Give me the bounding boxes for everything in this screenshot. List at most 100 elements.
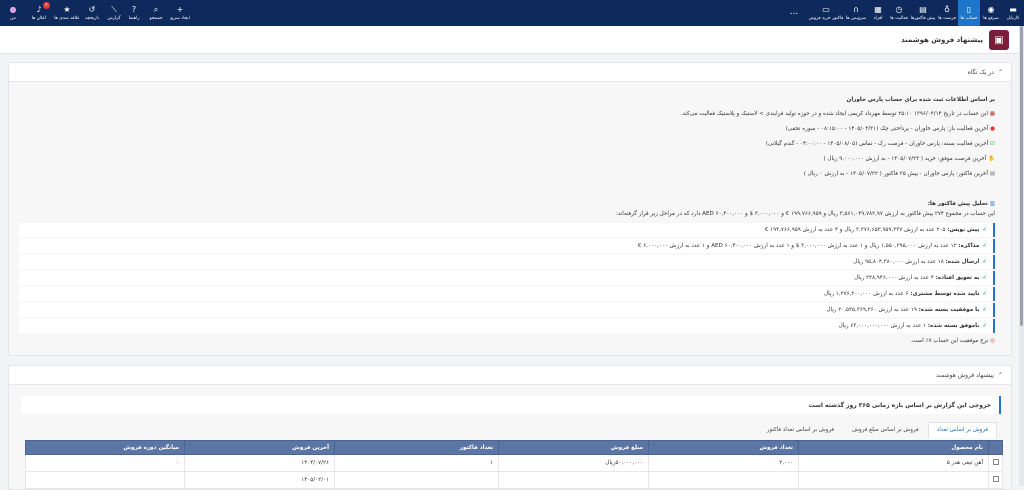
dashboard-icon: ▬ bbox=[1009, 5, 1017, 14]
analysis-title: ▥ تحلیل پیش فاکتور ها: bbox=[927, 201, 995, 207]
nav-profile[interactable]: ● من bbox=[2, 0, 24, 26]
green-check-icon: ☑ bbox=[988, 141, 995, 147]
chart-icon: ⟋ bbox=[111, 5, 117, 14]
stage-negotiation: ✓ مذاکره: ۱۲ عدد به ارزش ۱,۵۵۰,۲۹۵,۰۰۰ ری… bbox=[19, 239, 995, 253]
document-icon: ▭ bbox=[822, 5, 830, 14]
page-title: پیشنهاد فروش هوشمند bbox=[901, 36, 983, 44]
mobile-icon: ▯ bbox=[966, 5, 972, 14]
notification-badge: ۲ bbox=[43, 2, 50, 9]
chevron-up-icon: ⌃ bbox=[997, 68, 1003, 76]
last-closed-activity: ☑ آخرین فعالیت بسته: پارس خاوران - فرصت … bbox=[765, 141, 995, 147]
sales-tabs: فروش بر اساس تعداد فروش بر اساس مبلغ فرو… bbox=[758, 422, 997, 438]
nav-proforma[interactable]: ▤ پیش فاکتورها bbox=[910, 0, 936, 26]
col-last-sale[interactable]: آخرین فروش bbox=[184, 440, 335, 455]
check-icon: ✓ bbox=[982, 275, 987, 281]
tab-by-invoice-count[interactable]: فروش بر اساس تعداد فاکتور bbox=[758, 422, 843, 438]
check-icon: ✓ bbox=[982, 307, 987, 313]
sales-table: نام محصول تعداد فروش مبلغ فروش تعداد فاک… bbox=[25, 440, 1003, 489]
plus-icon: + bbox=[176, 5, 184, 14]
table-header-row: نام محصول تعداد فروش مبلغ فروش تعداد فاک… bbox=[25, 440, 1003, 455]
search-icon: ⌕ bbox=[153, 5, 159, 14]
top-navigation-bar: ▬ کارتابل ◉ سرفع ها ▯ حساب ها ♁ فرصت ها ▤ پیش… bbox=[0, 0, 1024, 26]
table-row[interactable]: آهن تیغی هدر ۵ ۲,۰۰۰ ۵۰,۰۰۰,۰۰۰ریال ۱ ۱۴… bbox=[25, 454, 1003, 472]
last-open-activity: ● آخرین فعالیت باز: پارس خاوران - پرداخت… bbox=[785, 126, 995, 132]
lightbulb-icon: ♁ bbox=[944, 5, 950, 14]
scrollbar-thumb[interactable] bbox=[1020, 26, 1023, 326]
stage-draft: ✓ پیش نویس: ۲۰۵ عدد به ارزش ۳,۳۷۶,۶۵۳,۹۵۹… bbox=[19, 223, 995, 237]
chart-icon: ▥ bbox=[987, 201, 995, 207]
nav-more-button[interactable]: ... bbox=[786, 0, 802, 26]
check-icon: ✓ bbox=[982, 259, 987, 265]
last-successful-deal: ✋ آخرین فرصت موفق: خرید ( ۱۴۰۵/۰۷/۲۳ - ب… bbox=[823, 156, 995, 162]
success-rate: ◎ نرخ موفقیت این حساب ۷٪ است. bbox=[910, 338, 995, 344]
check-icon: ✓ bbox=[982, 291, 987, 297]
check-icon: ✓ bbox=[982, 323, 987, 329]
headset-icon: ∩ bbox=[853, 5, 859, 14]
users-icon: ▦ bbox=[874, 5, 882, 14]
glance-intro: بر اساس اطلاعات ثبت شده برای حساب پارس خ… bbox=[846, 97, 995, 103]
col-product-name[interactable]: نام محصول bbox=[798, 440, 989, 455]
chevron-up-icon: ⌃ bbox=[997, 371, 1003, 379]
export-note: خروجی این گزارش بر اساس بازه زمانی ۳۶۵ ر… bbox=[21, 396, 1001, 414]
nav-reports[interactable]: ⟋ گزارش bbox=[104, 0, 124, 26]
clipboard-icon: ▣ bbox=[989, 30, 1009, 50]
cell-quantity: ۲,۰۰۰ bbox=[648, 454, 799, 472]
page-header: ▣ پیشنهاد فروش هوشمند bbox=[0, 26, 1019, 54]
smart-sales-panel-header[interactable]: ⌃ پیشنهاد فروش هوشمند bbox=[9, 366, 1011, 385]
col-quantity[interactable]: تعداد فروش bbox=[648, 440, 799, 455]
file-icon: ▤ bbox=[919, 5, 927, 14]
history-icon: ↺ bbox=[88, 5, 96, 14]
tab-by-amount[interactable]: فروش بر اساس مبلغ فروش bbox=[843, 422, 928, 438]
last-invoice: ▤ آخرین فاکتور: پارس خاوران - پیش ۲۵ فاک… bbox=[803, 171, 995, 177]
col-avg-period[interactable]: میانگین دوره فروش bbox=[25, 440, 185, 455]
calendar-icon: ▦ bbox=[987, 111, 995, 117]
red-circle-icon: ● bbox=[988, 126, 995, 132]
help-icon: ? bbox=[131, 5, 137, 14]
account-created-text: ▦ این حساب در تاریخ ۱۳۹۶/۰۴/۱۴ ۲۵:۱۰ توس… bbox=[680, 111, 995, 117]
nav-opportunities[interactable]: ♁ فرصت ها bbox=[936, 0, 958, 26]
stage-approved: ✓ تایید شده توسط مشتری: ۶ عدد به ارزش ۱,۲… bbox=[19, 287, 995, 301]
analysis-text: این حساب در مجموع ۲۷۴ پیش فاکتور به ارزش… bbox=[615, 211, 995, 217]
cell-product: آهن تیغی هدر ۵ bbox=[798, 454, 989, 472]
nav-favorites[interactable]: ★ علاقه مندی ها bbox=[54, 0, 80, 26]
col-amount[interactable]: مبلغ فروش bbox=[498, 440, 649, 455]
stage-postponed: ✓ به تعویق افتاده: ۴ عدد به ارزش ۲۲۸,۹۴۶,… bbox=[19, 271, 995, 285]
nav-activities[interactable]: ◷ فعالیت ها bbox=[888, 0, 910, 26]
clock-icon: ◷ bbox=[895, 5, 903, 14]
row-checkbox[interactable] bbox=[992, 476, 999, 482]
compass-icon: ◉ bbox=[987, 5, 995, 14]
glance-panel-header[interactable]: ⌃ در یک نگاه bbox=[9, 63, 1011, 82]
check-icon: ✓ bbox=[982, 227, 987, 233]
col-invoice-count[interactable]: تعداد فاکتور bbox=[334, 440, 499, 455]
glance-panel: ⌃ در یک نگاه بر اساس اطلاعات ثبت شده برا… bbox=[8, 62, 1012, 356]
smart-sales-panel: ⌃ پیشنهاد فروش هوشمند خروجی این گزارش بر… bbox=[8, 365, 1012, 490]
tab-by-quantity[interactable]: فروش بر اساس تعداد bbox=[927, 422, 997, 438]
bell-icon: ♪ bbox=[36, 5, 42, 14]
cell-invoices: ۱ bbox=[334, 454, 499, 472]
nav-dashboard[interactable]: ▬ کارتابل bbox=[1002, 0, 1024, 26]
select-column-header bbox=[988, 440, 1003, 455]
nav-search[interactable]: ⌕ جستجو bbox=[146, 0, 166, 26]
cell-last-sale: ۱۴۰۴/۰۷/۲۶ bbox=[184, 454, 335, 472]
invoice-icon: ▤ bbox=[987, 171, 995, 177]
nav-compass[interactable]: ◉ سرفع ها bbox=[980, 0, 1002, 26]
nav-history[interactable]: ↺ تاریخچه bbox=[82, 0, 102, 26]
nav-sales-invoice[interactable]: ▭ فاکتور خرید فروش bbox=[808, 0, 844, 26]
cell-avg-period: ۰ bbox=[25, 454, 185, 472]
check-icon: ✓ bbox=[982, 243, 987, 249]
avatar-icon: ● bbox=[9, 5, 17, 14]
nav-accounts[interactable]: ▯ حساب ها bbox=[958, 0, 980, 26]
nav-quick-create[interactable]: + ایجاد سریع bbox=[168, 0, 192, 26]
nav-notifications[interactable]: ♪ اعلان ها ۲ bbox=[26, 0, 52, 26]
nav-people[interactable]: ▦ افراد bbox=[868, 0, 888, 26]
thumbs-up-icon: ✋ bbox=[986, 156, 995, 162]
page-scrollbar[interactable] bbox=[1019, 26, 1024, 486]
nav-services[interactable]: ∩ سرویس ها bbox=[844, 0, 868, 26]
stage-won: ✓ با موفقیت بسته شده: ۱۹ عدد به ارزش ۲۰,۵… bbox=[19, 303, 995, 317]
target-icon: ◎ bbox=[988, 338, 995, 344]
row-checkbox[interactable] bbox=[992, 459, 999, 465]
cell-amount: ۵۰,۰۰۰,۰۰۰ریال bbox=[498, 454, 649, 472]
stage-lost: ✓ ناموفق بسته شده: ۱ عدد به ارزش ۶۳,۰۰۰,۰… bbox=[19, 319, 995, 333]
stage-sent: ✓ ارسال شده: ۱۸ عدد به ارزش ۹۵,۸۰۴,۳۸۰,۰۰… bbox=[19, 255, 995, 269]
nav-help[interactable]: ? راهنما bbox=[124, 0, 144, 26]
